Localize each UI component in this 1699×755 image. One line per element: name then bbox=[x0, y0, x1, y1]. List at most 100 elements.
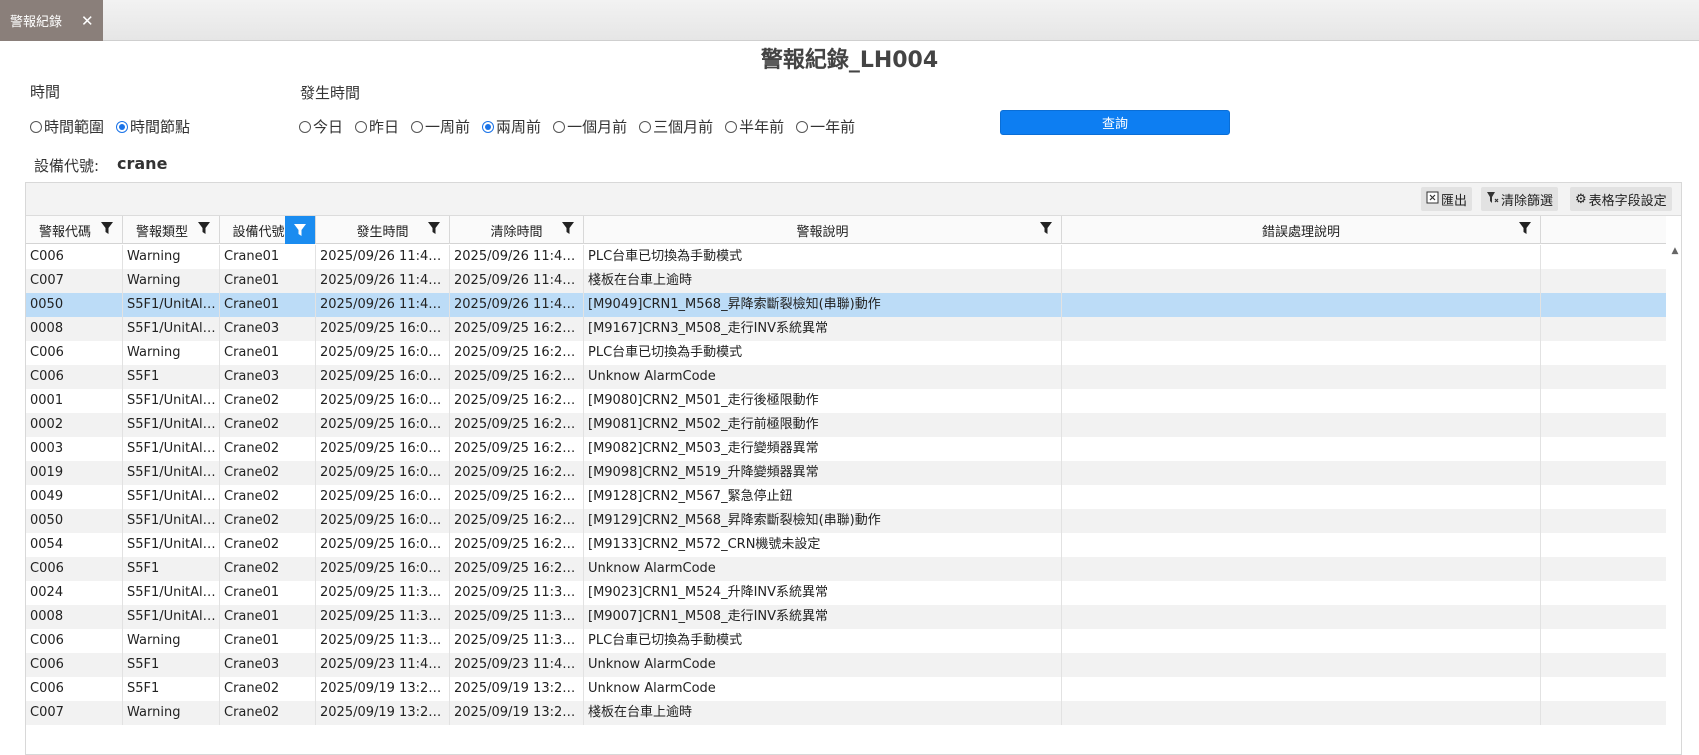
occur-time-radio-4[interactable]: 一個月前 bbox=[553, 116, 627, 137]
table-cell: 2025/09/25 16:27:37 bbox=[450, 389, 584, 413]
funnel-icon[interactable] bbox=[100, 221, 116, 237]
table-cell: C006 bbox=[26, 365, 123, 389]
table-row[interactable]: 0019 S5F1/UnitAlar... Crane02 2025/09/25 16… bbox=[26, 461, 1666, 485]
radio-button-icon[interactable] bbox=[30, 120, 42, 133]
time-mode-group: 時間範圍 時間節點 bbox=[30, 116, 202, 137]
table-cell: 2025/09/19 13:25:50 bbox=[316, 677, 450, 701]
column-header-3[interactable]: 發生時間 bbox=[316, 216, 450, 244]
funnel-icon[interactable] bbox=[427, 221, 443, 237]
scroll-up-arrow[interactable]: ▲ bbox=[1669, 246, 1681, 258]
table-cell: S5F1/UnitAlar... bbox=[123, 485, 220, 509]
table-cell: 2025/09/25 16:27:54 bbox=[450, 557, 584, 581]
table-cell: 2025/09/26 11:42:56 bbox=[316, 245, 450, 269]
grid-toolbar: 匯出 清除篩選 ⚙ 表格字段設定 bbox=[26, 183, 1681, 216]
table-cell bbox=[1062, 269, 1541, 293]
table-row[interactable]: 0054 S5F1/UnitAlar... Crane02 2025/09/25 16… bbox=[26, 533, 1666, 557]
table-row[interactable]: 0003 S5F1/UnitAlar... Crane02 2025/09/25 16… bbox=[26, 437, 1666, 461]
column-header-label: 警報代碼 bbox=[38, 224, 91, 240]
close-icon[interactable]: ✕ bbox=[81, 12, 94, 30]
table-cell: S5F1 bbox=[123, 653, 220, 677]
occur-time-radio-7[interactable]: 一年前 bbox=[796, 116, 855, 137]
table-row[interactable]: C007 Warning Crane02 2025/09/19 13:25:50 202… bbox=[26, 701, 1666, 725]
table-cell: 2025/09/25 16:03:51 bbox=[316, 437, 450, 461]
column-header-1[interactable]: 警報類型 bbox=[123, 216, 220, 244]
radio-button-icon[interactable] bbox=[482, 120, 495, 133]
column-header-label: 警報類型 bbox=[135, 224, 188, 240]
table-row[interactable]: C006 Warning Crane01 2025/09/26 11:42:56 202… bbox=[26, 245, 1666, 269]
column-header-0[interactable]: 警報代碼 bbox=[26, 216, 123, 244]
table-row[interactable]: 0008 S5F1/UnitAlar... Crane03 2025/09/25 16… bbox=[26, 317, 1666, 341]
clear-filter-button[interactable]: 清除篩選 bbox=[1481, 187, 1559, 211]
table-row[interactable]: C006 S5F1 Crane03 2025/09/23 11:42:28 2025/0… bbox=[26, 653, 1666, 677]
table-row[interactable]: 0024 S5F1/UnitAlar... Crane01 2025/09/25 11… bbox=[26, 581, 1666, 605]
table-cell: 2025/09/25 16:27:37 bbox=[450, 509, 584, 533]
occur-time-radio-0[interactable]: 今日 bbox=[299, 116, 343, 137]
table-cell: 2025/09/25 11:33:48 bbox=[316, 581, 450, 605]
table-cell: 2025/09/19 13:25:50 bbox=[316, 701, 450, 725]
funnel-icon[interactable] bbox=[561, 221, 577, 237]
excel-icon bbox=[1426, 191, 1439, 208]
table-cell: [M9081]CRN2_M502_走行前極限動作 bbox=[584, 413, 1062, 437]
table-row[interactable]: C006 S5F1 Crane02 2025/09/25 16:00:28 2025/0… bbox=[26, 557, 1666, 581]
time-mode-radio-0[interactable]: 時間範圍 bbox=[30, 116, 104, 137]
occur-time-radio-6[interactable]: 半年前 bbox=[725, 116, 784, 137]
table-row[interactable]: C007 Warning Crane01 2025/09/26 11:42:56 202… bbox=[26, 269, 1666, 293]
table-row[interactable]: C006 S5F1 Crane03 2025/09/25 16:04:30 2025/0… bbox=[26, 365, 1666, 389]
table-cell: C006 bbox=[26, 245, 123, 269]
table-cell: 2025/09/26 11:47:35 bbox=[450, 293, 584, 317]
column-header-2[interactable]: 設備代號 bbox=[220, 216, 316, 244]
export-button[interactable]: 匯出 bbox=[1421, 187, 1473, 211]
column-settings-button[interactable]: ⚙ 表格字段設定 bbox=[1570, 187, 1672, 211]
table-cell: [M9167]CRN3_M508_走行INV系統異常 bbox=[584, 317, 1062, 341]
table-cell: 0049 bbox=[26, 485, 123, 509]
table-cell: Crane02 bbox=[220, 485, 316, 509]
table-cell: C007 bbox=[26, 701, 123, 725]
table-row[interactable]: C006 Warning Crane01 2025/09/25 16:04:33 202… bbox=[26, 341, 1666, 365]
radio-button-icon[interactable] bbox=[553, 120, 566, 133]
table-cell bbox=[1062, 605, 1541, 629]
table-row[interactable]: C006 S5F1 Crane02 2025/09/19 13:25:50 2025/0… bbox=[26, 677, 1666, 701]
table-row[interactable]: 0001 S5F1/UnitAlar... Crane02 2025/09/25 16… bbox=[26, 389, 1666, 413]
radio-button-icon[interactable] bbox=[116, 120, 129, 133]
column-header-5[interactable]: 警報說明 bbox=[584, 216, 1062, 244]
column-header-6[interactable]: 錯誤處理說明 bbox=[1062, 216, 1541, 244]
table-cell: S5F1/UnitAlar... bbox=[123, 437, 220, 461]
query-button[interactable]: 查詢 bbox=[1000, 110, 1230, 135]
table-cell: 2025/09/25 16:27:37 bbox=[450, 461, 584, 485]
radio-button-icon[interactable] bbox=[796, 120, 809, 133]
occur-time-radio-5[interactable]: 三個月前 bbox=[639, 116, 713, 137]
tab-bar: 警報紀錄 ✕ bbox=[0, 0, 1699, 41]
column-header-4[interactable]: 清除時間 bbox=[450, 216, 584, 244]
occur-time-radio-1[interactable]: 昨日 bbox=[355, 116, 399, 137]
occur-time-radio-3[interactable]: 兩周前 bbox=[482, 116, 541, 137]
table-row[interactable]: 0050 S5F1/UnitAlar... Crane01 2025/09/26 11… bbox=[26, 293, 1666, 317]
radio-button-icon[interactable] bbox=[299, 120, 311, 133]
table-row[interactable]: 0008 S5F1/UnitAlar... Crane01 2025/09/25 11… bbox=[26, 605, 1666, 629]
radio-button-icon[interactable] bbox=[355, 120, 368, 133]
occur-time-radio-2[interactable]: 一周前 bbox=[411, 116, 470, 137]
table-row[interactable]: 0050 S5F1/UnitAlar... Crane02 2025/09/25 16… bbox=[26, 509, 1666, 533]
tab-alarm-log[interactable]: 警報紀錄 ✕ bbox=[0, 0, 103, 41]
table-cell: 2025/09/25 16:05:19 bbox=[316, 317, 450, 341]
radio-button-icon[interactable] bbox=[725, 120, 738, 133]
table-row[interactable]: 0049 S5F1/UnitAlar... Crane02 2025/09/25 16… bbox=[26, 485, 1666, 509]
funnel-icon[interactable] bbox=[1039, 221, 1055, 237]
table-cell: S5F1/UnitAlar... bbox=[123, 605, 220, 629]
radio-button-icon[interactable] bbox=[411, 120, 424, 133]
table-cell: 2025/09/26 11:42:56 bbox=[316, 269, 450, 293]
table-row[interactable]: C006 Warning Crane01 2025/09/25 11:31:34 202… bbox=[26, 629, 1666, 653]
time-mode-radio-1[interactable]: 時間節點 bbox=[116, 116, 190, 137]
table-cell: 棧板在台車上逾時 bbox=[584, 701, 1062, 725]
table-cell: [M9133]CRN2_M572_CRN機號未設定 bbox=[584, 533, 1062, 557]
table-cell: 2025/09/25 11:36:31 bbox=[450, 605, 584, 629]
table-cell: Crane02 bbox=[220, 437, 316, 461]
table-cell bbox=[1062, 509, 1541, 533]
radio-button-icon[interactable] bbox=[639, 120, 652, 133]
radio-label: 半年前 bbox=[739, 118, 785, 136]
column-header-label: 清除時間 bbox=[490, 224, 543, 240]
table-cell: 2025/09/25 16:03:51 bbox=[316, 485, 450, 509]
funnel-icon[interactable] bbox=[285, 216, 315, 244]
funnel-icon[interactable] bbox=[197, 221, 213, 237]
table-row[interactable]: 0002 S5F1/UnitAlar... Crane02 2025/09/25 16… bbox=[26, 413, 1666, 437]
funnel-icon[interactable] bbox=[1518, 221, 1534, 237]
